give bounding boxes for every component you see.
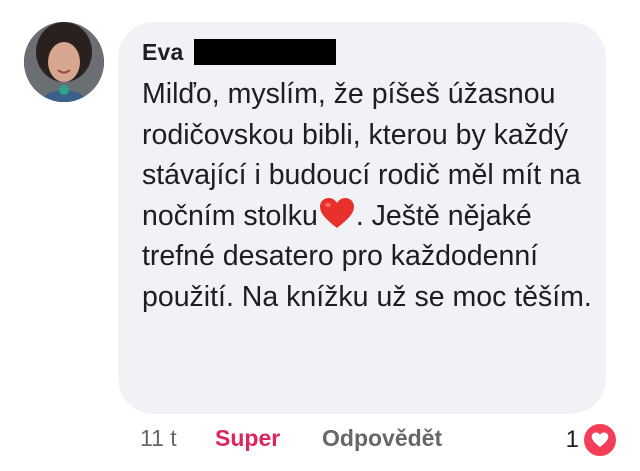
- heart-emoji-icon: [319, 197, 354, 228]
- comment-actions: 11 t Super Odpovědět 1: [140, 422, 618, 458]
- reaction-summary[interactable]: 1: [566, 422, 618, 458]
- reaction-super-button[interactable]: Super: [215, 425, 280, 452]
- avatar-photo: [24, 22, 104, 102]
- comment-timestamp[interactable]: 11 t: [140, 425, 177, 452]
- reply-button[interactable]: Odpovědět: [322, 425, 442, 452]
- avatar[interactable]: [24, 22, 104, 102]
- comment-text: Milďo, myslím, že píšeš úžasnou rodičovs…: [142, 74, 592, 317]
- reaction-count: 1: [565, 426, 579, 453]
- comment-author[interactable]: Eva: [142, 39, 184, 66]
- redacted-surname-block: [193, 39, 336, 65]
- comment-bubble: Eva Milďo, myslím, že píšeš úžasnou rodi…: [118, 22, 606, 414]
- love-reaction-icon: [582, 422, 618, 458]
